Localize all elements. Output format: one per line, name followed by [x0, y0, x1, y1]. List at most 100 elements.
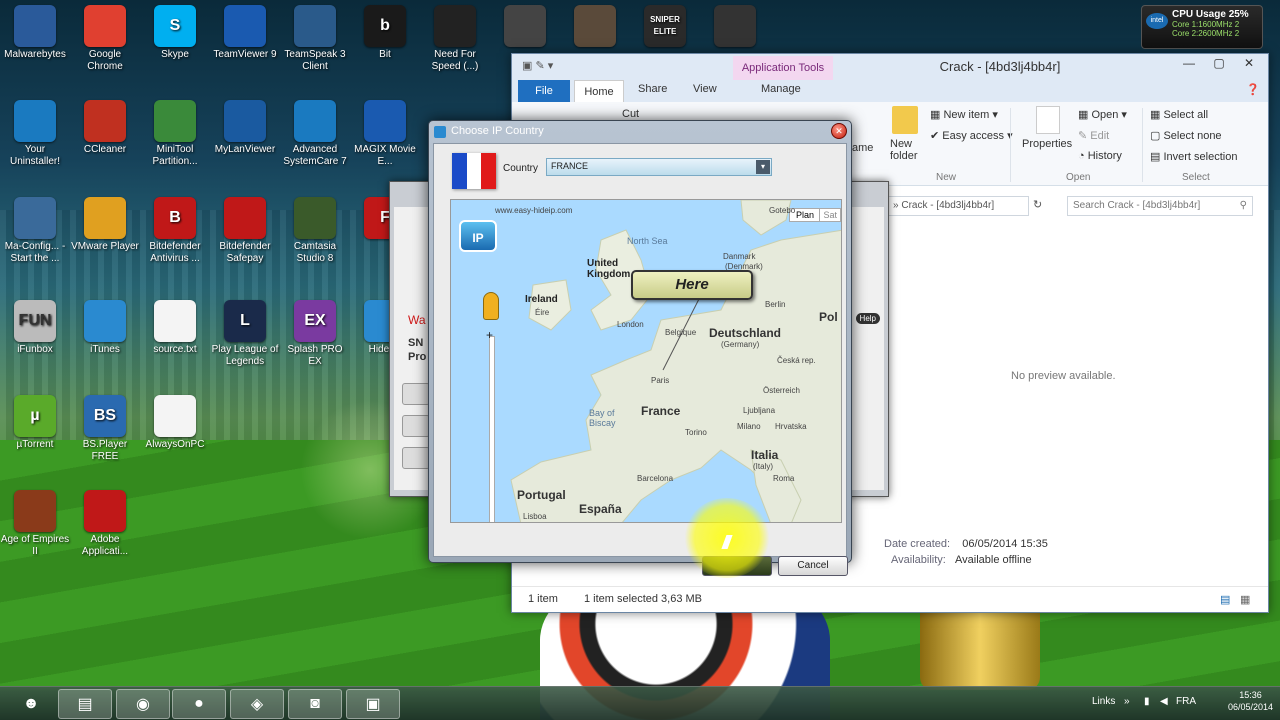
address-bar[interactable]: » Crack - [4bd3lj4bb4r] [887, 196, 1029, 216]
desktop-icon[interactable]: S Skype [140, 5, 210, 61]
map-satellite-button[interactable]: Sat [819, 208, 841, 222]
partial-button[interactable] [402, 383, 430, 405]
desktop-icon[interactable]: Age of Empires II [0, 490, 70, 558]
language-indicator[interactable]: FRA [1176, 696, 1196, 707]
easy-access-button[interactable]: ✔ Easy access ▾ [930, 129, 1013, 142]
file-explorer-icon[interactable]: ▤ [58, 689, 112, 719]
chevron-down-icon[interactable]: ▾ [756, 160, 770, 174]
desktop-icon[interactable]: Your Uninstaller! [0, 100, 70, 168]
desktop-icon[interactable]: TeamViewer 9 [210, 5, 280, 61]
volume-icon[interactable]: ◀ [1160, 696, 1168, 707]
dialog-close-icon[interactable]: ✕ [831, 123, 847, 139]
desktop-icon[interactable]: Bitdefender Safepay [210, 197, 280, 265]
explorer-titlebar[interactable]: ▣ ✎ ▾ Application Tools Crack - [4bd3lj4… [512, 54, 1268, 80]
desktop-icon[interactable]: Google Chrome [70, 5, 140, 73]
app-icon [294, 5, 336, 47]
search-icon[interactable]: ⚲ [1240, 200, 1247, 211]
properties-icon[interactable] [1036, 106, 1060, 134]
desktop-icon[interactable]: VMware Player [70, 197, 140, 253]
globe-icon[interactable]: ● [172, 689, 226, 719]
close-icon[interactable]: ✕ [1234, 54, 1264, 74]
camtasia-icon[interactable]: ◈ [230, 689, 284, 719]
tab-manage[interactable]: Manage [761, 83, 801, 95]
desktop-icon[interactable]: MyLanViewer [210, 100, 280, 156]
app-icon [84, 197, 126, 239]
desktop-icon-label: MAGIX Movie E... [354, 144, 416, 167]
select-none-button[interactable]: ▢ Select none [1150, 129, 1222, 142]
country-select[interactable]: FRANCE ▾ [546, 158, 772, 176]
hide-ip-icon[interactable]: ▣ [346, 689, 400, 719]
cpu-usage-gadget[interactable]: intel CPU Usage 25% Core 1:1600MHz 2 Cor… [1141, 5, 1263, 49]
zoom-in-icon[interactable]: + [486, 328, 493, 342]
details-view-icon[interactable]: ▤ [1220, 593, 1230, 606]
tab-view[interactable]: View [693, 83, 717, 95]
chrome-icon[interactable]: ◉ [116, 689, 170, 719]
details-pane: Date created: 06/05/2014 15:35 Availabil… [884, 538, 1048, 566]
desktop-icon[interactable]: MiniTool Partition... [140, 100, 210, 168]
desktop-icon[interactable]: Adobe Applicati... [70, 490, 140, 558]
desktop-icon-label: iTunes [90, 344, 120, 355]
desktop-icon[interactable]: Advanced SystemCare 7 [280, 100, 350, 168]
desktop-icon[interactable]: µ µTorrent [0, 395, 70, 451]
anonymous-mask-icon[interactable]: ☻ [4, 689, 58, 719]
desktop-icon[interactable]: SNIPER ELITE [630, 5, 700, 49]
help-badge[interactable]: Help [855, 313, 880, 324]
desktop-icon[interactable]: Camtasia Studio 8 [280, 197, 350, 265]
desktop-icon[interactable]: Ma-Config... - Start the ... [0, 197, 70, 265]
invert-selection-button[interactable]: ▤ Invert selection [1150, 150, 1237, 163]
street-view-pegman-icon[interactable] [483, 292, 499, 320]
map-label-london: London [617, 320, 644, 329]
desktop-icon[interactable]: CCleaner [70, 100, 140, 156]
refresh-icon[interactable]: ↻ [1033, 198, 1042, 211]
new-folder-button[interactable]: New folder [890, 138, 930, 162]
select-all-label: Select all [1163, 109, 1209, 121]
desktop-icon[interactable]: MAGIX Movie E... [350, 100, 420, 168]
choose-ip-country-dialog[interactable]: Choose IP Country ✕ Country FRANCE ▾ www… [428, 120, 852, 576]
desktop-icon[interactable] [700, 5, 770, 49]
desktop-icon[interactable]: source.txt [140, 300, 210, 356]
tab-share[interactable]: Share [638, 83, 667, 95]
properties-button[interactable]: Properties [1022, 138, 1072, 150]
tab-file[interactable]: File [518, 80, 570, 102]
maximize-icon[interactable]: ▢ [1204, 54, 1234, 74]
links-toolbar[interactable]: Links [1092, 696, 1115, 707]
large-icons-view-icon[interactable]: ▦ [1240, 593, 1250, 606]
recorder-icon[interactable]: ◙ [288, 689, 342, 719]
desktop-icon[interactable]: b Bit [350, 5, 420, 61]
minimize-icon[interactable]: — [1174, 54, 1204, 74]
desktop-icon-label: Bitdefender Safepay [219, 241, 271, 264]
desktop-icon[interactable]: Malwarebytes [0, 5, 70, 61]
desktop-icon[interactable]: AlwaysOnPC [140, 395, 210, 451]
search-input[interactable]: Search Crack - [4bd3lj4bb4r] ⚲ [1067, 196, 1253, 216]
cut-button[interactable]: Cut [622, 108, 639, 120]
desktop-icon[interactable]: iTunes [70, 300, 140, 356]
cancel-button[interactable]: Cancel [778, 556, 848, 576]
new-folder-icon[interactable] [892, 106, 918, 134]
desktop-icon[interactable]: FUN iFunbox [0, 300, 70, 356]
tray-chevron-icon[interactable]: » [1124, 696, 1130, 707]
help-icon[interactable]: ❓ [1246, 83, 1260, 96]
desktop-icon[interactable]: BS BS.Player FREE [70, 395, 140, 463]
country-map[interactable]: www.easy-hideip.com Plan Sat Gotebo Nort… [450, 199, 842, 523]
history-button[interactable]: ◔ History [1078, 150, 1122, 162]
network-icon[interactable]: ▮ [1144, 696, 1150, 707]
app-icon [154, 300, 196, 342]
select-all-button[interactable]: ▦ Select all [1150, 108, 1208, 121]
desktop-icon[interactable]: Need For Speed (...) [420, 5, 490, 73]
new-item-button[interactable]: ▦ New item ▾ [930, 108, 998, 121]
map-zoom-slider[interactable] [489, 336, 495, 522]
clock[interactable]: 15:36 06/05/2014 [1228, 689, 1273, 713]
app-icon [14, 100, 56, 142]
partial-button[interactable] [402, 415, 430, 437]
open-button[interactable]: ▦ Open ▾ [1078, 108, 1127, 121]
tab-home[interactable]: Home [574, 80, 624, 102]
desktop-icon[interactable]: EX Splash PRO EX [280, 300, 350, 368]
desktop-icon[interactable]: L Play League of Legends [210, 300, 280, 368]
partial-button[interactable] [402, 447, 430, 469]
map-label-bay-of-biscay: Bay of Biscay [589, 408, 616, 428]
desktop-icon[interactable]: B Bitdefender Antivirus ... [140, 197, 210, 265]
desktop-icon[interactable] [560, 5, 630, 49]
desktop-icon[interactable] [490, 5, 560, 49]
edit-button[interactable]: ✎ Edit [1078, 129, 1109, 142]
desktop-icon[interactable]: TeamSpeak 3 Client [280, 5, 350, 73]
